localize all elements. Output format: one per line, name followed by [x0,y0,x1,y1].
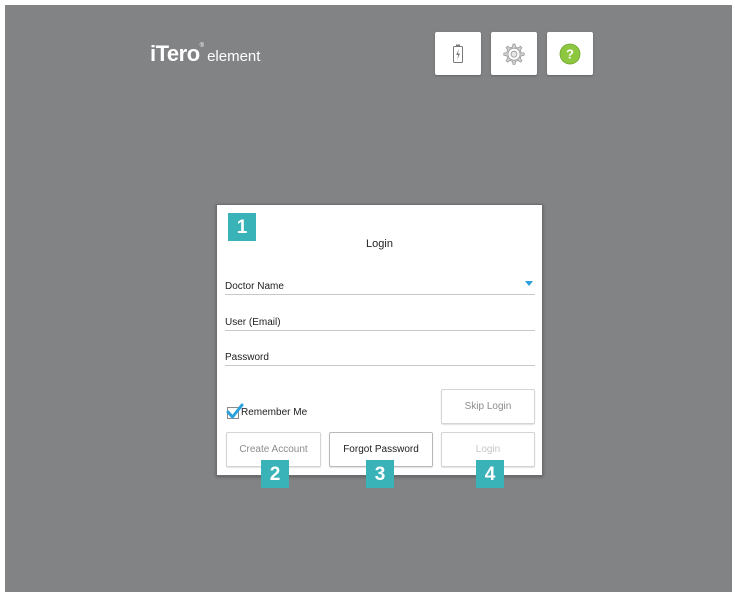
login-dialog: 1 Login Doctor Name User (Email) Passwor… [216,204,543,488]
remember-me-checkbox[interactable]: Remember Me [226,403,308,419]
user-email-field[interactable]: User (Email) [225,311,535,331]
logo-registered-mark: ® [199,43,205,49]
logo-brand: iTero [150,41,200,66]
login-title: Login [366,238,393,250]
user-email-label: User (Email) [225,317,281,328]
forgot-password-label: Forgot Password [343,444,419,455]
logo-subtitle: element [207,48,261,65]
app-screen: iTero®element ? 1 Login Doctor Name User… [5,5,732,592]
remember-me-label: Remember Me [241,406,308,418]
settings-button[interactable] [491,32,537,75]
skip-login-button[interactable]: Skip Login [441,389,535,424]
svg-text:?: ? [566,46,574,61]
help-button[interactable]: ? [547,32,593,75]
skip-login-label: Skip Login [464,401,512,412]
help-icon: ? [559,43,581,64]
callout-1: 1 [228,213,256,241]
callout-2: 2 [261,460,289,488]
doctor-name-label: Doctor Name [225,281,284,292]
doctor-name-dropdown[interactable]: Doctor Name [225,275,535,295]
password-label: Password [225,352,269,363]
chevron-down-icon [525,281,533,286]
itero-element-logo: iTero®element [150,43,260,65]
battery-charging-icon [453,44,463,63]
login-button-label: Login [475,444,501,455]
checkbox-box [226,403,244,419]
gear-icon [503,43,525,65]
callout-3: 3 [366,460,394,488]
password-field[interactable]: Password [225,346,535,366]
checkmark-icon [226,403,244,419]
create-account-label: Create Account [239,444,308,455]
callout-4: 4 [476,460,504,488]
battery-button[interactable] [435,32,481,75]
